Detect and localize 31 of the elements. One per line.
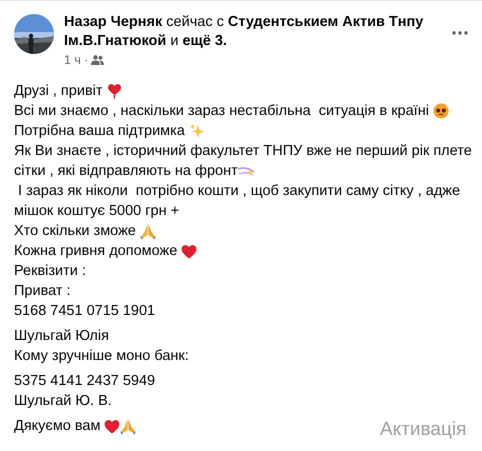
activation-notice: Активація (380, 419, 466, 441)
post-text-line: Реквізити : (14, 262, 86, 281)
heart-icon (181, 244, 198, 258)
sparkles-icon (188, 123, 205, 139)
sad-face-icon (432, 103, 449, 119)
separator: · (84, 53, 88, 67)
post-text-line: 5168 7451 0715 1901 (14, 302, 156, 321)
praying-hands-icon (120, 418, 136, 434)
post-text-line: Шульгай Ю. В. (14, 392, 112, 411)
post-time[interactable]: 1 ч (64, 53, 81, 67)
post-text-line: Кожна гривня допоможе (14, 242, 178, 261)
post-text-line: Приват : (14, 282, 71, 301)
post-text-line: 5375 4141 2437 5949 (14, 372, 156, 391)
shooting-star-icon (238, 166, 255, 176)
heart-icon (106, 82, 122, 100)
post-text-line: І зараз як ніколи потрібно кошти , щоб закупити саму сітку , адже (17, 182, 460, 201)
post-text-line: Хто скільки зможе (14, 222, 136, 241)
praying-hands-icon (140, 223, 156, 239)
post-text-line: сітки , які відправляють на фронт (14, 162, 238, 181)
post-text-line: Всі ми знаємо , наскільки зараз нестабільна ситуація в країні (14, 102, 429, 121)
post-text-line: Як Ви знаєте , історичний факультет ТНПУ вже не перший рік плете (14, 142, 472, 161)
heart-icon (104, 418, 120, 434)
post-text-line: Кому зручніше моно банк: (14, 347, 189, 366)
more-options-icon[interactable] (452, 31, 468, 35)
post-text-line: Потрібна ваша підтримка (14, 122, 185, 141)
post-text-line: мішок коштує 5000 грн + (14, 202, 180, 221)
post-text-line: Друзі , привіт (14, 82, 103, 101)
friends-icon (91, 55, 104, 65)
post-text-line: Дякуємо вам (14, 417, 100, 436)
post-text-line: Шульгай Юлія (14, 327, 109, 346)
post-header: Назар Черняк сейчас с Студентськием Актив Тнпу Ім.В.Гнатюкой и ещё 3. (64, 13, 424, 51)
